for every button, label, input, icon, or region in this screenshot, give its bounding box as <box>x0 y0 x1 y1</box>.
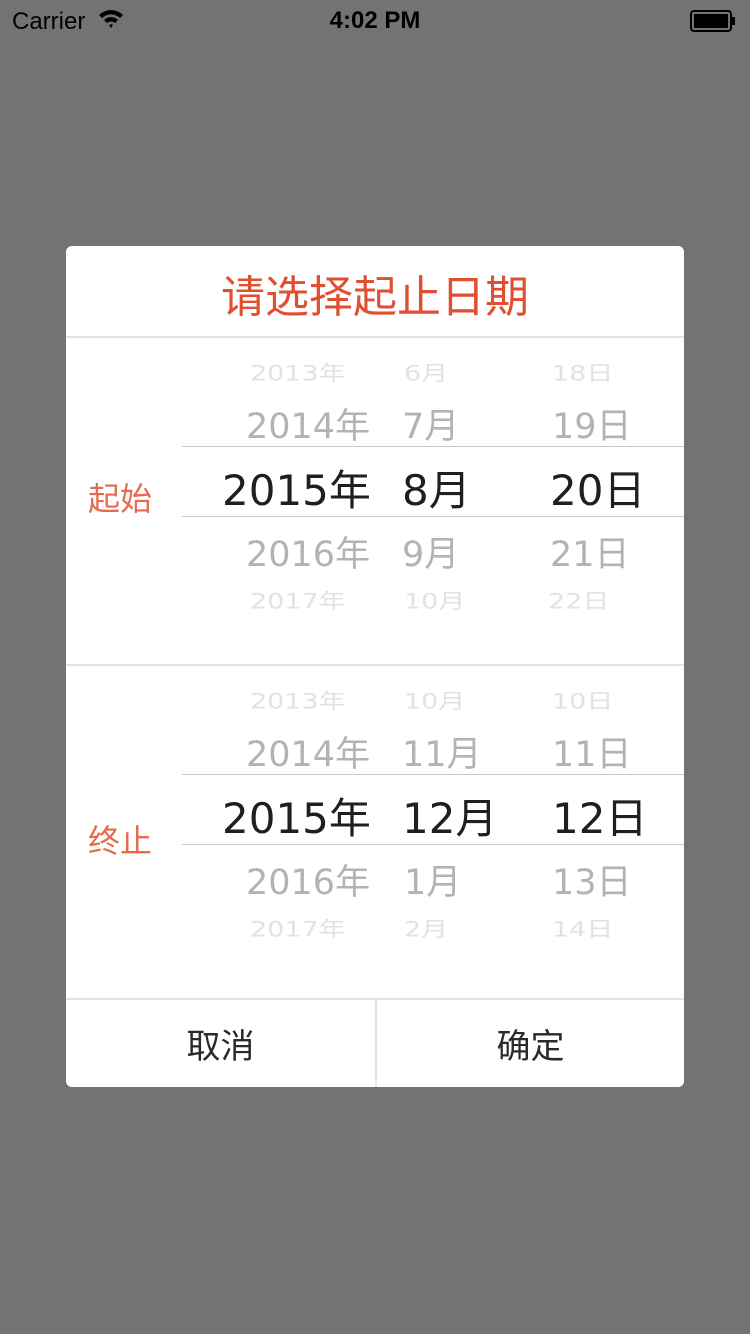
day-option[interactable]: 19日 <box>552 398 632 449</box>
day-option[interactable]: 21日 <box>550 526 630 577</box>
dialog-title: 请选择起止日期 <box>221 272 529 323</box>
year-option[interactable]: 2016年 <box>246 854 370 905</box>
date-range-dialog: 请选择起止日期 起始 2013年 2014年 2015年 2016年 2017年… <box>66 246 684 1087</box>
month-option[interactable]: 1月 <box>404 854 461 905</box>
month-option[interactable]: 6月 <box>404 356 448 386</box>
day-option[interactable]: 18日 <box>552 356 613 386</box>
month-option[interactable]: 2月 <box>404 912 448 942</box>
start-date-section: 起始 2013年 2014年 2015年 2016年 2017年 6月 7月 8… <box>66 338 684 664</box>
end-label: 终止 <box>88 822 153 860</box>
month-option[interactable]: 11月 <box>402 726 482 777</box>
year-option[interactable]: 2017年 <box>250 584 346 614</box>
year-option-selected[interactable]: 2015年 <box>222 457 371 518</box>
year-option-selected[interactable]: 2015年 <box>222 785 371 846</box>
cancel-button[interactable]: 取消 <box>66 999 375 1087</box>
battery-icon <box>690 10 736 32</box>
day-option[interactable]: 13日 <box>552 854 632 905</box>
month-option-selected[interactable]: 12月 <box>402 785 497 846</box>
year-option[interactable]: 2014年 <box>246 726 370 777</box>
confirm-button[interactable]: 确定 <box>377 999 684 1087</box>
month-option[interactable]: 10月 <box>404 584 465 614</box>
day-option[interactable]: 11日 <box>552 726 632 777</box>
start-label: 起始 <box>88 480 153 518</box>
day-option[interactable]: 10日 <box>552 684 613 714</box>
year-option[interactable]: 2016年 <box>246 526 370 577</box>
year-option[interactable]: 2013年 <box>250 356 346 386</box>
year-option[interactable]: 2013年 <box>250 684 346 714</box>
dialog-actions: 取消 确定 <box>66 999 684 1087</box>
year-option[interactable]: 2017年 <box>250 912 346 942</box>
start-date-picker[interactable]: 2013年 2014年 2015年 2016年 2017年 6月 7月 8月 9… <box>182 338 684 664</box>
end-date-picker[interactable]: 2013年 2014年 2015年 2016年 2017年 10月 11月 12… <box>182 666 684 998</box>
status-bar: Carrier 4:02 PM <box>0 0 750 40</box>
day-option[interactable]: 14日 <box>552 912 613 942</box>
month-option[interactable]: 7月 <box>402 398 459 449</box>
end-date-section: 终止 2013年 2014年 2015年 2016年 2017年 10月 11月… <box>66 666 684 998</box>
clock: 4:02 PM <box>329 7 421 34</box>
month-option[interactable]: 9月 <box>402 526 459 577</box>
month-option[interactable]: 10月 <box>404 684 465 714</box>
year-option[interactable]: 2014年 <box>246 398 370 449</box>
day-option-selected[interactable]: 12日 <box>552 785 647 846</box>
day-option-selected[interactable]: 20日 <box>550 457 645 518</box>
month-option-selected[interactable]: 8月 <box>402 457 471 518</box>
day-option[interactable]: 22日 <box>548 584 609 614</box>
